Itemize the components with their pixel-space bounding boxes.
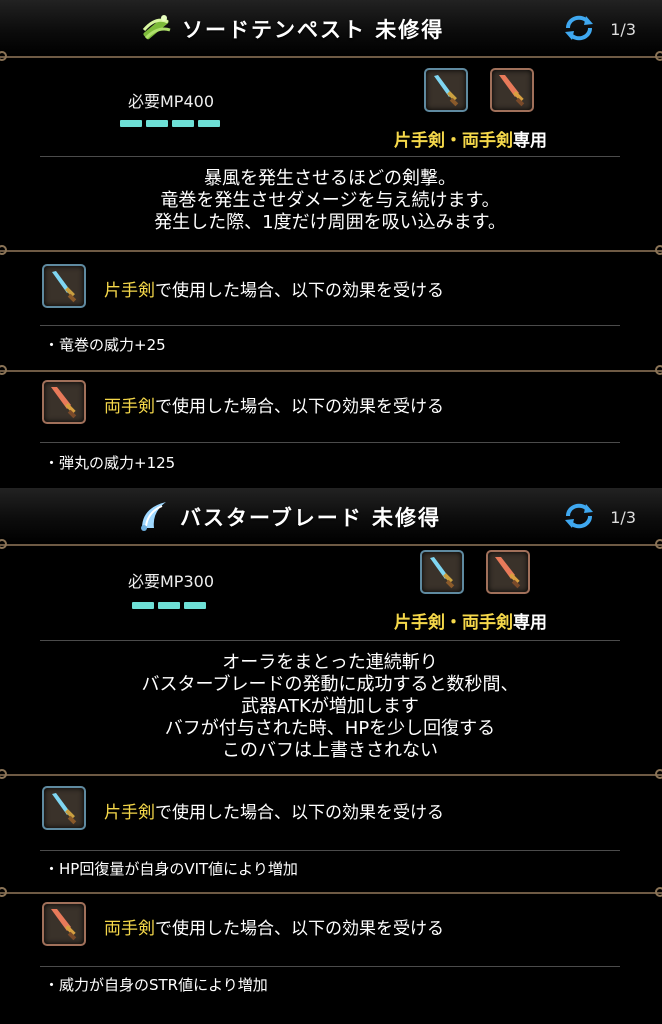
restriction-one-handed: 片手剣 xyxy=(394,613,445,633)
skill-description: オーラをまとった連続斬り バスターブレードの発動に成功すると数秒間、 武器ATK… xyxy=(40,652,620,762)
effect-condition-text: で使用した場合、以下の効果を受ける xyxy=(155,281,444,301)
mp-pip xyxy=(172,120,194,127)
effect-weapon: 両手剣 xyxy=(104,397,155,417)
effect-one-handed: 片手剣で使用した場合、以下の効果を受ける xyxy=(40,784,640,844)
effect-condition: 両手剣で使用した場合、以下の効果を受ける xyxy=(104,392,444,417)
mp-pip xyxy=(146,120,168,127)
one-handed-sword-slot xyxy=(42,264,86,308)
two-handed-sword-icon xyxy=(51,387,77,419)
divider-rail xyxy=(0,365,662,375)
divider-rail xyxy=(0,769,662,779)
divider xyxy=(40,966,620,967)
description-line: このバフは上書きされない xyxy=(222,740,438,761)
effect-condition: 片手剣で使用した場合、以下の効果を受ける xyxy=(104,276,444,301)
cycle-page-icon[interactable] xyxy=(564,14,594,42)
wind-sword-skill-icon xyxy=(138,10,174,46)
divider xyxy=(40,850,620,851)
divider xyxy=(40,325,620,326)
restriction-separator: ・ xyxy=(445,613,462,633)
effect-condition-text: で使用した場合、以下の効果を受ける xyxy=(155,397,444,417)
mp-pips xyxy=(132,594,210,609)
effect-two-handed: 両手剣で使用した場合、以下の効果を受ける xyxy=(40,900,640,960)
two-handed-sword-icon xyxy=(495,557,521,589)
one-handed-sword-slot[interactable] xyxy=(424,68,468,112)
effect-bullet: ・弾丸の威力+125 xyxy=(44,454,176,472)
skill-header: バスターブレード 未修得 1/3 xyxy=(0,488,662,544)
effect-condition: 両手剣で使用した場合、以下の効果を受ける xyxy=(104,914,444,939)
two-handed-sword-slot[interactable] xyxy=(490,68,534,112)
divider xyxy=(40,156,620,157)
divider xyxy=(40,640,620,641)
mp-cost: 必要MP300 xyxy=(128,572,214,591)
cycle-page-icon[interactable] xyxy=(564,502,594,530)
one-handed-sword-icon xyxy=(434,75,459,107)
weapon-restriction: 片手剣・両手剣専用 xyxy=(394,126,547,151)
description-line: 発生した際、1度だけ周囲を吸い込みます。 xyxy=(154,212,506,233)
effect-bullet: ・竜巻の威力+25 xyxy=(44,336,166,354)
one-handed-sword-slot xyxy=(42,786,86,830)
divider-rail xyxy=(0,539,662,549)
one-handed-sword-icon xyxy=(52,793,77,825)
description-line: オーラをまとった連続斬り xyxy=(222,652,438,673)
two-handed-sword-slot xyxy=(42,380,86,424)
buster-blade-skill-icon xyxy=(136,498,172,534)
effect-weapon: 片手剣 xyxy=(104,281,155,301)
one-handed-sword-icon xyxy=(430,557,455,589)
two-handed-sword-icon xyxy=(51,909,77,941)
effect-one-handed: 片手剣で使用した場合、以下の効果を受ける xyxy=(40,262,640,322)
divider-rail xyxy=(0,245,662,255)
divider xyxy=(40,442,620,443)
page-indicator: 1/3 xyxy=(610,508,636,527)
skill-description: 暴風を発生させるほどの剣撃。 竜巻を発生させダメージを与え続けます。 発生した際… xyxy=(40,168,620,234)
description-line: 暴風を発生させるほどの剣撃。 xyxy=(204,168,456,189)
effect-bullet: ・HP回復量が自身のVIT値により増加 xyxy=(44,860,298,878)
mp-pip xyxy=(184,602,206,609)
description-line: 竜巻を発生させダメージを与え続けます。 xyxy=(160,190,500,211)
skill-title: ソードテンペスト 未修得 xyxy=(182,18,445,42)
restriction-one-handed: 片手剣 xyxy=(394,131,445,151)
restriction-suffix: 専用 xyxy=(513,613,547,633)
effect-weapon: 両手剣 xyxy=(104,919,155,939)
divider-rail xyxy=(0,887,662,897)
one-handed-sword-icon xyxy=(52,271,77,303)
effect-condition-text: で使用した場合、以下の効果を受ける xyxy=(155,919,444,939)
divider-rail xyxy=(0,51,662,61)
effect-bullet: ・威力が自身のSTR値により増加 xyxy=(44,976,268,994)
two-handed-sword-slot xyxy=(42,902,86,946)
skill-panel-buster-blade: バスターブレード 未修得 1/3 必要MP300 片手剣・両手剣専用 オーラをま… xyxy=(0,488,662,1024)
effect-weapon: 片手剣 xyxy=(104,803,155,823)
skill-header: ソードテンペスト 未修得 1/3 xyxy=(0,0,662,56)
two-handed-sword-icon xyxy=(499,75,525,107)
weapon-restriction: 片手剣・両手剣専用 xyxy=(394,608,547,633)
page-indicator: 1/3 xyxy=(610,20,636,39)
effect-condition: 片手剣で使用した場合、以下の効果を受ける xyxy=(104,798,444,823)
effect-two-handed: 両手剣で使用した場合、以下の効果を受ける xyxy=(40,378,640,438)
skill-title: バスターブレード 未修得 xyxy=(180,506,442,530)
skill-panel-sword-tempest: ソードテンペスト 未修得 1/3 必要MP400 片手剣・両手剣専用 暴風を発生… xyxy=(0,0,662,488)
description-line: 武器ATKが増加します xyxy=(241,696,419,717)
restriction-two-handed: 両手剣 xyxy=(462,613,513,633)
mp-pip xyxy=(120,120,142,127)
restriction-separator: ・ xyxy=(445,131,462,151)
mp-pip xyxy=(158,602,180,609)
restriction-suffix: 専用 xyxy=(513,131,547,151)
mp-cost: 必要MP400 xyxy=(128,92,214,111)
mp-pip xyxy=(132,602,154,609)
description-line: バスターブレードの発動に成功すると数秒間、 xyxy=(141,674,519,695)
effect-condition-text: で使用した場合、以下の効果を受ける xyxy=(155,803,444,823)
mp-pips xyxy=(120,112,224,127)
one-handed-sword-slot[interactable] xyxy=(420,550,464,594)
restriction-two-handed: 両手剣 xyxy=(462,131,513,151)
mp-pip xyxy=(198,120,220,127)
description-line: バフが付与された時、HPを少し回復する xyxy=(164,718,496,739)
two-handed-sword-slot[interactable] xyxy=(486,550,530,594)
